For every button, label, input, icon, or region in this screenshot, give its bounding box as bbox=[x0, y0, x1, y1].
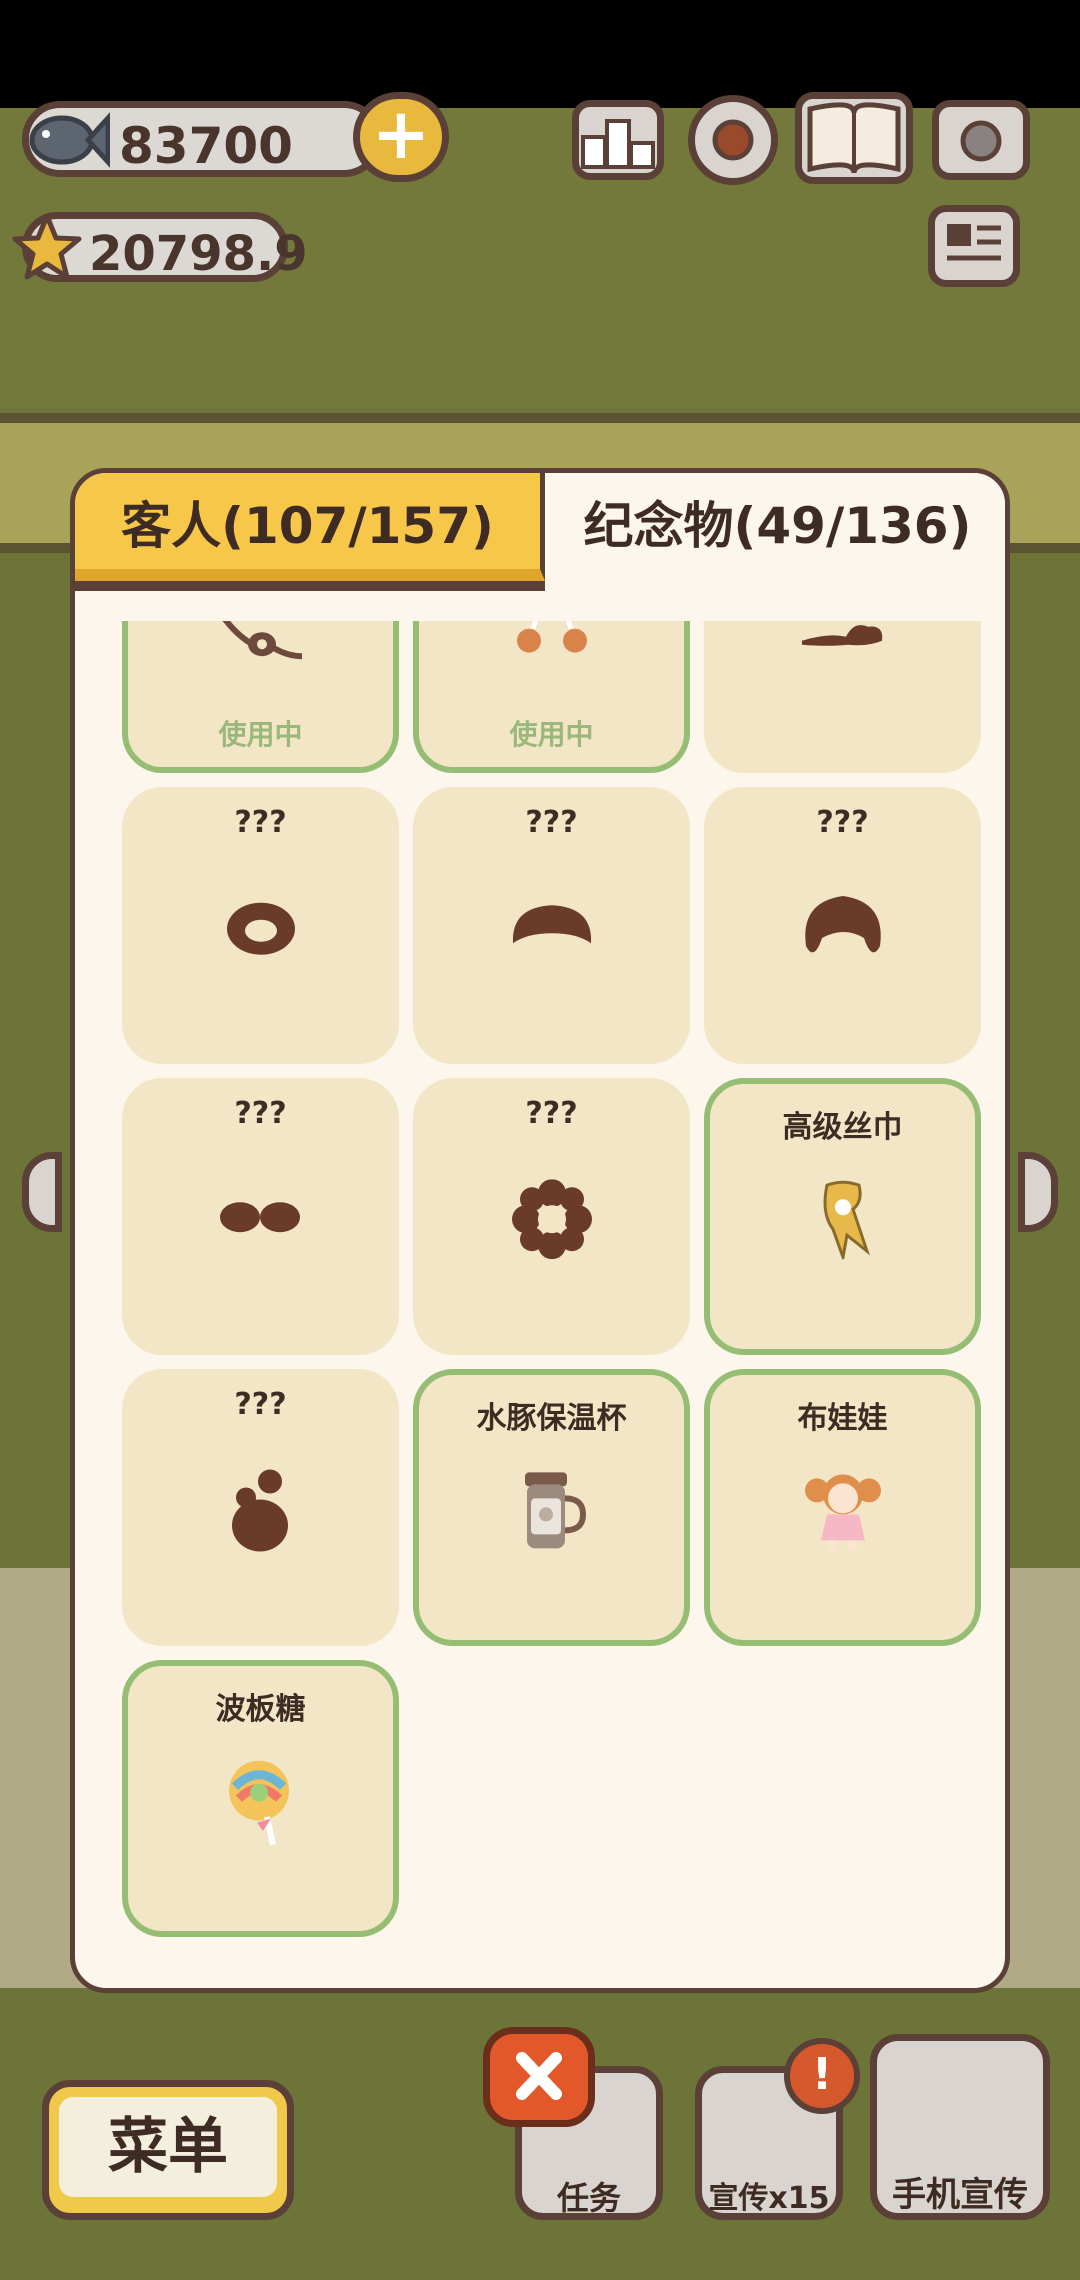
drumstick-earrings-icon bbox=[507, 621, 597, 664]
souvenir-name: ??? bbox=[234, 1096, 287, 1131]
add-fish-button[interactable]: + bbox=[353, 92, 449, 182]
fish-count: 83700 bbox=[119, 117, 293, 175]
souvenir-name: ??? bbox=[816, 805, 869, 840]
locked-silhouette-icon bbox=[507, 897, 597, 961]
locked-silhouette-icon bbox=[216, 1197, 306, 1241]
souvenir-card[interactable] bbox=[704, 621, 981, 773]
close-icon bbox=[516, 2052, 562, 2100]
souvenir-name: 高级丝巾 bbox=[782, 1110, 903, 1145]
souvenir-name: 波板糖 bbox=[215, 1692, 306, 1727]
collection-dialog: 客人(107/157) 纪念物(49/136) 使用中 使用中 ??? ??? … bbox=[70, 468, 1010, 1993]
souvenir-card[interactable]: ??? bbox=[413, 1078, 690, 1355]
fish-icon bbox=[29, 112, 110, 168]
souvenir-card[interactable]: 使用中 bbox=[413, 621, 690, 773]
star-count: 20798.9 bbox=[89, 226, 308, 282]
eyepatch-icon bbox=[216, 621, 306, 670]
souvenir-name: ??? bbox=[525, 1096, 578, 1131]
souvenir-grid: 使用中 使用中 ??? ??? ??? ??? ??? 高级丝巾 ??? 水豚保… bbox=[122, 621, 982, 1971]
souvenir-card[interactable]: ??? bbox=[122, 1369, 399, 1646]
task-label: 任务 bbox=[556, 2179, 621, 2217]
souvenir-card[interactable]: 使用中 bbox=[122, 621, 399, 773]
tab-guests[interactable]: 客人(107/157) bbox=[75, 473, 545, 581]
rag-doll-icon bbox=[801, 1468, 885, 1556]
locked-silhouette-icon bbox=[798, 890, 888, 970]
phone-promo-label: 手机宣传 bbox=[892, 2175, 1028, 2215]
souvenir-card[interactable]: 波板糖 bbox=[122, 1660, 399, 1937]
locked-silhouette-icon bbox=[798, 621, 888, 664]
settings-gear-icon[interactable] bbox=[688, 95, 778, 185]
lollipop-icon bbox=[223, 1756, 299, 1850]
souvenir-name: 水豚保温杯 bbox=[476, 1401, 627, 1436]
souvenir-card[interactable]: ??? bbox=[413, 787, 690, 1064]
souvenir-name: 布娃娃 bbox=[797, 1401, 888, 1436]
locked-silhouette-icon bbox=[226, 1467, 296, 1557]
promo-label: 宣传x15 bbox=[708, 2181, 830, 2216]
menu-button[interactable]: 菜单 bbox=[42, 2080, 294, 2220]
souvenir-card[interactable]: ??? bbox=[122, 1078, 399, 1355]
in-use-label: 使用中 bbox=[509, 718, 594, 751]
menu-label: 菜单 bbox=[59, 2097, 277, 2197]
camera-icon[interactable] bbox=[932, 100, 1030, 180]
close-button[interactable] bbox=[483, 2027, 595, 2127]
souvenir-card[interactable]: 高级丝巾 bbox=[704, 1078, 981, 1355]
cat-book-icon[interactable] bbox=[795, 92, 913, 184]
silk-scarf-icon bbox=[813, 1179, 873, 1263]
alert-badge: ! bbox=[784, 2038, 860, 2114]
next-page-arrow[interactable] bbox=[1018, 1152, 1058, 1232]
souvenir-name: ??? bbox=[234, 805, 287, 840]
star-icon bbox=[12, 213, 82, 280]
prev-page-arrow[interactable] bbox=[22, 1152, 62, 1232]
newspaper-icon[interactable] bbox=[928, 205, 1020, 287]
phone-promo-button[interactable]: 手机宣传 bbox=[870, 2034, 1050, 2220]
souvenir-card[interactable]: ??? bbox=[122, 787, 399, 1064]
souvenir-card[interactable]: 布娃娃 bbox=[704, 1369, 981, 1646]
souvenir-card[interactable]: ??? bbox=[704, 787, 981, 1064]
leaderboard-icon[interactable] bbox=[572, 100, 664, 180]
souvenir-name: ??? bbox=[234, 1387, 287, 1422]
souvenir-card[interactable]: 水豚保温杯 bbox=[413, 1369, 690, 1646]
in-use-label: 使用中 bbox=[218, 718, 303, 751]
tab-divider bbox=[75, 581, 545, 591]
thermos-cup-icon bbox=[517, 1468, 587, 1556]
locked-silhouette-icon bbox=[219, 892, 303, 966]
status-bar bbox=[0, 0, 1080, 108]
tab-souvenirs[interactable]: 纪念物(49/136) bbox=[545, 473, 1005, 581]
souvenir-name: ??? bbox=[525, 805, 578, 840]
locked-silhouette-icon bbox=[510, 1178, 594, 1263]
